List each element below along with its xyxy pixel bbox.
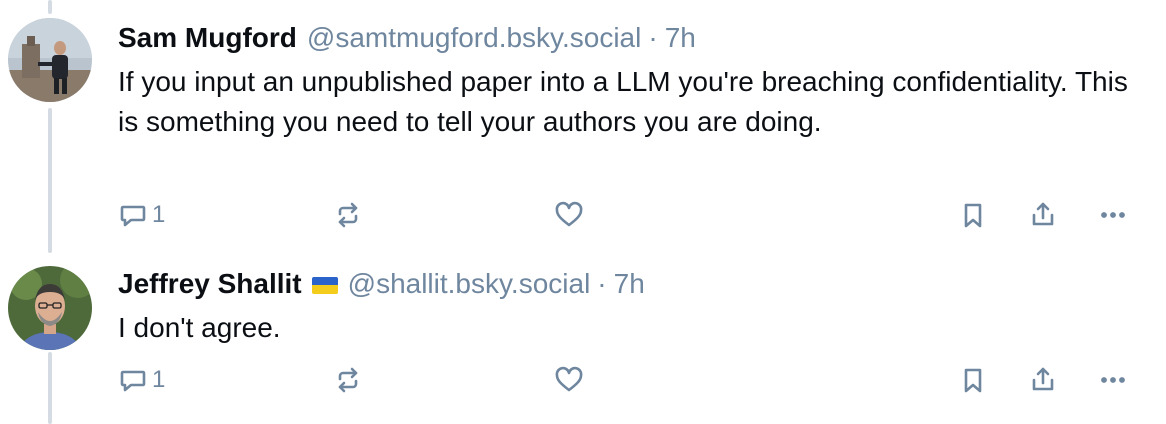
- post-header: Jeffrey Shallit @shallit.bsky.social · 7…: [118, 266, 1142, 302]
- bookmark-button[interactable]: [958, 360, 988, 400]
- like-button[interactable]: [554, 360, 584, 400]
- post-text: I don't agree.: [118, 312, 281, 343]
- separator: ·: [597, 268, 607, 299]
- post-actions: 1: [118, 195, 1148, 235]
- avatar[interactable]: [8, 266, 92, 350]
- bookmark-icon: [964, 203, 982, 228]
- reply-button[interactable]: 1: [118, 360, 165, 400]
- like-icon: [555, 366, 583, 392]
- post[interactable]: Sam Mugford @samtmugford.bsky.social · 7…: [0, 0, 1166, 253]
- like-button[interactable]: [554, 195, 584, 235]
- reply-icon: [120, 205, 146, 227]
- thread-line: [48, 0, 52, 14]
- post-content: Sam Mugford @samtmugford.bsky.social · 7…: [118, 20, 1142, 142]
- author-handle[interactable]: @shallit.bsky.social: [348, 266, 591, 302]
- like-icon: [555, 201, 583, 227]
- reply-icon: [120, 370, 146, 392]
- share-button[interactable]: [1028, 360, 1058, 400]
- more-button[interactable]: [1098, 360, 1128, 400]
- bookmark-button[interactable]: [958, 195, 988, 235]
- share-button[interactable]: [1028, 195, 1058, 235]
- share-icon: [1032, 202, 1054, 226]
- timestamp[interactable]: 7h: [614, 266, 645, 302]
- bookmark-icon: [964, 368, 982, 393]
- separator: ·: [648, 22, 658, 53]
- post[interactable]: Jeffrey Shallit @shallit.bsky.social · 7…: [0, 250, 1166, 424]
- thread: Sam Mugford @samtmugford.bsky.social · 7…: [0, 0, 1166, 424]
- reply-count: 1: [152, 201, 166, 228]
- repost-icon: [338, 202, 358, 228]
- timestamp[interactable]: 7h: [665, 20, 696, 56]
- author-name[interactable]: Sam Mugford: [118, 20, 297, 56]
- author-handle[interactable]: @samtmugford.bsky.social: [307, 20, 641, 56]
- author-name[interactable]: Jeffrey Shallit: [118, 266, 302, 302]
- post-header: Sam Mugford @samtmugford.bsky.social · 7…: [118, 20, 1142, 56]
- ukraine-flag-icon: [311, 276, 338, 294]
- repost-button[interactable]: [333, 195, 363, 235]
- post-content: Jeffrey Shallit @shallit.bsky.social · 7…: [118, 266, 1142, 348]
- post-text: If you input an unpublished paper into a…: [118, 66, 1128, 137]
- more-button[interactable]: [1098, 195, 1128, 235]
- share-icon: [1032, 367, 1054, 391]
- thread-line: [48, 352, 52, 424]
- repost-button[interactable]: [333, 360, 363, 400]
- more-icon: [1101, 212, 1125, 218]
- thread-line: [48, 108, 52, 253]
- reply-count: 1: [152, 366, 166, 393]
- more-icon: [1101, 377, 1125, 383]
- post-actions: 1: [118, 360, 1148, 400]
- repost-icon: [338, 367, 358, 393]
- avatar[interactable]: [8, 18, 92, 102]
- reply-button[interactable]: 1: [118, 195, 165, 235]
